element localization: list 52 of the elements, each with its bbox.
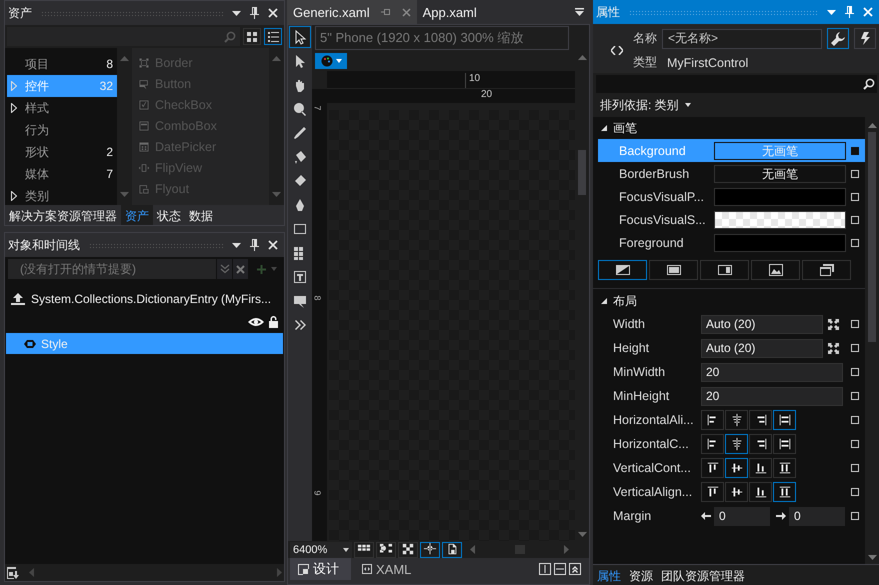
- category-item[interactable]: 项目 8: [7, 53, 117, 75]
- property-label: VerticalCont...: [612, 461, 692, 475]
- category-item[interactable]: 媒体 7: [7, 163, 117, 185]
- ruler: 20: [312, 89, 575, 103]
- panel-tab[interactable]: 资产: [121, 205, 153, 225]
- device-field[interactable]: 5" Phone (1920 x 1080) 300% 缩放: [315, 26, 569, 50]
- brush-row[interactable]: FocusVisualP...: [598, 185, 865, 208]
- storyboard-field[interactable]: (没有打开的情节提要): [8, 259, 216, 279]
- type-label: 类型: [633, 54, 657, 71]
- panel-tab[interactable]: 数据: [185, 205, 217, 225]
- margin-field[interactable]: 0: [789, 506, 845, 526]
- value-field[interactable]: 20: [701, 386, 843, 406]
- value-field[interactable]: Auto (20): [701, 338, 823, 358]
- property-label: Width: [612, 317, 646, 331]
- section-title: 布局: [613, 292, 637, 310]
- zoom-field[interactable]: 6400%: [290, 542, 352, 558]
- panel-tab[interactable]: 资源: [625, 565, 657, 585]
- value-field[interactable]: 20: [701, 362, 843, 382]
- panel-title: 属性: [596, 4, 620, 20]
- panel-title: 资产: [8, 4, 32, 22]
- panel-tab[interactable]: 团队资源管理器: [657, 565, 749, 585]
- brush-row[interactable]: FocusVisualS...: [598, 208, 865, 231]
- property-label: HorizontalC...: [612, 437, 690, 451]
- ruler: 10: [327, 71, 575, 89]
- panel-tab[interactable]: 解决方案资源管理器: [5, 205, 121, 225]
- category-item[interactable]: 类别: [7, 185, 117, 207]
- panel-tab[interactable]: 状态: [153, 205, 185, 225]
- panel-title: 对象和时间线: [8, 236, 80, 254]
- name-label: 名称: [633, 30, 657, 47]
- view-tab[interactable]: XAML: [354, 558, 424, 580]
- category-item[interactable]: 行为: [7, 119, 117, 141]
- property-label: Height: [612, 341, 650, 355]
- brush-row[interactable]: BorderBrush 无画笔: [598, 162, 865, 185]
- property-label: MinWidth: [612, 365, 666, 379]
- value-field[interactable]: Auto (20): [701, 314, 823, 334]
- property-label: VerticalAlign...: [612, 485, 694, 499]
- view-tab[interactable]: 设计: [290, 558, 351, 580]
- ruler: 7 8 9: [312, 103, 327, 541]
- name-field[interactable]: <无名称>: [662, 28, 822, 48]
- property-label: HorizontalAli...: [612, 413, 695, 427]
- brush-value[interactable]: 无画笔: [714, 164, 846, 182]
- type-value: MyFirstControl: [666, 56, 748, 70]
- category-item[interactable]: 形状 2: [7, 141, 117, 163]
- margin-field[interactable]: 0: [714, 506, 770, 526]
- property-label: Margin: [612, 509, 652, 523]
- property-label: MinHeight: [612, 389, 670, 403]
- scope-label: System.Collections.DictionaryEntry (MyFirs...: [31, 292, 272, 306]
- brush-row[interactable]: Foreground: [598, 231, 865, 254]
- category-item[interactable]: 样式: [7, 97, 117, 119]
- document-tab[interactable]: App.xaml: [416, 0, 483, 24]
- section-title: 画笔: [613, 120, 637, 136]
- sort-dropdown[interactable]: 排列依据: 类别: [600, 96, 679, 114]
